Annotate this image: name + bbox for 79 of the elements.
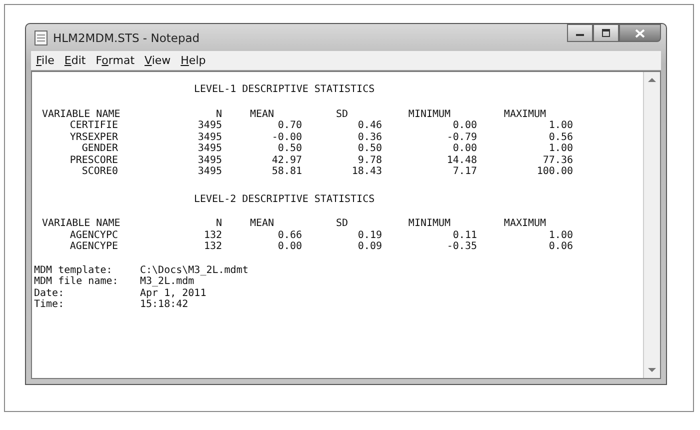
table-cell-text: 0.50: [356, 143, 382, 154]
column-header: MINIMUM: [407, 108, 452, 120]
table-cell-text: 7.17: [452, 166, 477, 178]
table-cell-text: CERTIFIE: [68, 120, 118, 132]
menu-item[interactable]: File: [32, 53, 58, 68]
maximize-button[interactable]: [593, 24, 619, 42]
table-cell-text: 132: [202, 230, 222, 241]
table-cell-text: 0.66: [276, 230, 302, 241]
field-label: Time:: [34, 299, 66, 310]
field-value: 15:18:42: [140, 299, 190, 310]
table-cell-text: 3495: [196, 166, 222, 178]
menu-item[interactable]: Help: [176, 53, 210, 68]
table-cell-text: 0.56: [548, 132, 573, 143]
field-value: M3_2L.mdm: [140, 276, 196, 288]
table-cell-text: 0.19: [356, 230, 382, 241]
close-button[interactable]: [619, 24, 661, 42]
table-cell-text: 3495: [196, 154, 222, 166]
notepad-icon: [34, 30, 48, 46]
table-cell-text: 14.48: [446, 154, 477, 166]
table-cell-text: 77.36: [542, 154, 573, 166]
table-cell-text: -0.35: [446, 241, 477, 252]
field-label: MDM file name:: [34, 276, 120, 288]
field-value: C:\Docs\M3_2L.mdmt: [140, 264, 250, 276]
menu-item[interactable]: Format: [92, 53, 139, 68]
section-title: LEVEL-2 DESCRIPTIVE STATISTICS: [194, 194, 376, 205]
scrollbar[interactable]: [643, 72, 660, 378]
column-header: SD: [334, 108, 350, 120]
column-header: SD: [334, 218, 350, 230]
column-header: N: [214, 218, 222, 230]
field-value: Apr 1, 2011: [140, 288, 208, 299]
table-cell-text: 0.06: [548, 241, 573, 252]
table-cell-text: -0.79: [446, 132, 477, 143]
table-cell-text: 3495: [196, 132, 222, 143]
table-cell-text: AGENCYPE: [68, 241, 118, 252]
table-cell-text: 100.00: [536, 166, 573, 178]
table-cell-text: 58.81: [270, 166, 302, 178]
table-cell-text: PRESCORE: [68, 154, 118, 166]
field-label: MDM template:: [34, 264, 114, 276]
menu-item[interactable]: View: [140, 53, 175, 68]
column-header: N: [214, 108, 222, 120]
column-header: MINIMUM: [407, 218, 452, 230]
table-cell-text: 1.00: [548, 120, 573, 132]
field-label: Date:: [34, 288, 66, 299]
table-cell-text: -0.00: [270, 132, 302, 143]
table-cell-text: 18.43: [350, 166, 382, 178]
column-header: MEAN: [248, 218, 276, 230]
column-header: MAXIMUM: [502, 218, 548, 230]
table-cell-text: 1.00: [548, 143, 573, 154]
table-cell-text: 0.50: [276, 143, 302, 154]
table-cell-text: 42.97: [270, 154, 302, 166]
table-cell-text: 0.00: [452, 143, 477, 154]
column-header: MEAN: [248, 108, 276, 120]
table-cell-text: GENDER: [80, 143, 118, 154]
table-cell-text: 3495: [196, 143, 222, 154]
scroll-down-icon[interactable]: [648, 367, 656, 373]
table-cell-text: SCORE0: [80, 166, 118, 178]
table-cell-text: 0.00: [276, 241, 302, 252]
table-cell-text: 0.09: [356, 241, 382, 252]
table-cell-text: AGENCYPC: [68, 230, 118, 241]
section-title: LEVEL-1 DESCRIPTIVE STATISTICS: [194, 84, 376, 96]
column-header: VARIABLE NAME: [42, 108, 122, 120]
close-icon: [635, 28, 645, 38]
window-title: HLM2MDM.STS - Notepad: [53, 30, 200, 44]
table-cell-text: 1.00: [548, 230, 573, 241]
menu-item[interactable]: Edit: [60, 53, 90, 68]
table-cell-text: 0.46: [356, 120, 382, 132]
table-cell-text: 0.00: [452, 120, 477, 132]
table-cell-text: 132: [202, 241, 222, 252]
table-cell-text: 0.70: [276, 120, 302, 132]
table-cell-text: 3495: [196, 120, 222, 132]
column-header: VARIABLE NAME: [42, 218, 122, 230]
scroll-up-icon[interactable]: [648, 77, 656, 83]
table-cell-text: 0.11: [452, 230, 477, 241]
minimize-button[interactable]: [567, 24, 593, 42]
table-cell-text: 9.78: [356, 154, 382, 166]
column-header: MAXIMUM: [502, 108, 548, 120]
maximize-icon: [601, 29, 611, 37]
table-cell-text: YRSEXPER: [68, 132, 118, 143]
table-cell-text: 0.36: [356, 132, 382, 143]
